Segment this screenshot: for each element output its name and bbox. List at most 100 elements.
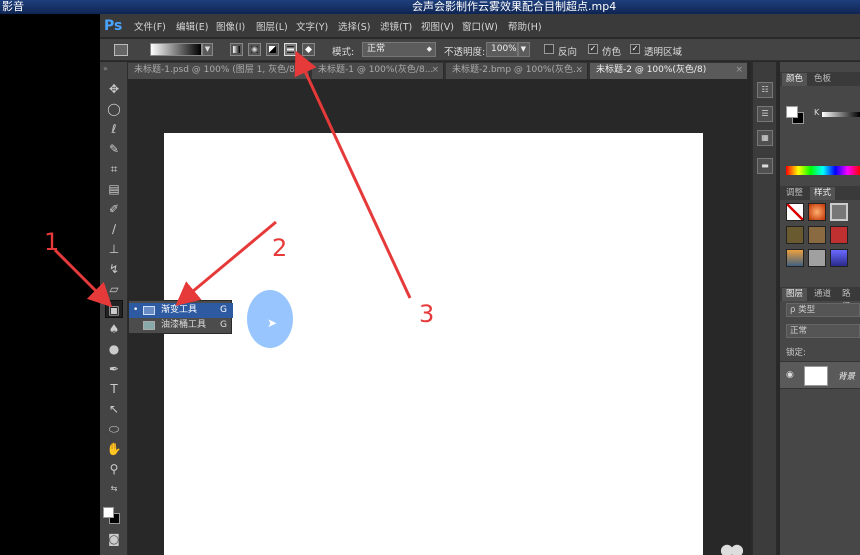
dither-label: 仿色 xyxy=(602,47,622,58)
menu-file[interactable]: 文件(F) xyxy=(134,19,166,33)
style-swatch[interactable] xyxy=(808,249,826,267)
tab-doc-3[interactable]: 未标题-2.bmp @ 100%(灰色... × xyxy=(446,63,588,79)
menu-help[interactable]: 帮助(H) xyxy=(508,19,542,33)
style-swatch[interactable] xyxy=(830,249,848,267)
foreground-color-swatch[interactable] xyxy=(103,507,114,518)
panel-foreground-swatch[interactable] xyxy=(786,106,798,118)
opacity-input[interactable]: 100% xyxy=(486,42,518,57)
layers-panel-tabs: 图层 通道 路径 xyxy=(780,287,860,312)
angle-gradient-button[interactable] xyxy=(266,43,279,56)
quick-mask-icon[interactable]: ◙ xyxy=(105,530,123,548)
menu-filter[interactable]: 滤镜(T) xyxy=(380,19,412,33)
blur-tool-icon[interactable]: ♠ xyxy=(105,320,123,338)
tab-doc-4[interactable]: 未标题-2 @ 100%(灰色/8) × xyxy=(590,63,748,79)
type-tool-icon[interactable]: T xyxy=(105,380,123,398)
style-none-swatch[interactable] xyxy=(786,203,804,221)
shortcut-key: G xyxy=(220,305,227,315)
style-swatch[interactable] xyxy=(786,226,804,244)
opacity-label: 不透明度: xyxy=(444,47,486,58)
tab-color[interactable]: 颜色 xyxy=(782,73,808,86)
crop-tool-icon[interactable]: ⌗ xyxy=(105,160,123,178)
gradient-picker-dropdown[interactable]: ▼ xyxy=(202,43,213,56)
menu-view[interactable]: 视图(V) xyxy=(421,19,454,33)
reflected-gradient-button[interactable] xyxy=(284,43,297,56)
path-select-tool-icon[interactable]: ↖ xyxy=(105,400,123,418)
tool-preset-icon[interactable] xyxy=(114,44,128,56)
paint-bucket-icon xyxy=(143,321,155,330)
eraser-tool-icon[interactable]: ▱ xyxy=(105,280,123,298)
close-icon[interactable]: × xyxy=(297,63,305,78)
tab-label: 未标题-2.bmp @ 100%(灰色... xyxy=(452,65,582,75)
menu-window[interactable]: 窗口(W) xyxy=(462,19,498,33)
swap-colors-icon[interactable]: ⇆ xyxy=(105,480,123,498)
brush-tool-icon[interactable]: ∕ xyxy=(105,220,123,238)
transparency-checkbox[interactable]: ✓ xyxy=(630,44,640,54)
style-swatch[interactable] xyxy=(808,203,826,221)
properties-panel-icon[interactable]: ☰ xyxy=(757,106,773,122)
close-icon[interactable]: × xyxy=(735,63,743,78)
tab-channels[interactable]: 通道 xyxy=(810,288,835,301)
layer-kind-filter[interactable]: ρ 类型 xyxy=(786,303,860,317)
gradient-preview[interactable] xyxy=(150,43,202,56)
menu-image[interactable]: 图像(I) xyxy=(216,19,245,33)
close-icon[interactable]: × xyxy=(431,63,439,78)
menu-edit[interactable]: 编辑(E) xyxy=(176,19,208,33)
healing-tool-icon[interactable]: ✐ xyxy=(105,200,123,218)
flyout-paint-bucket-tool[interactable]: 油漆桶工具 G xyxy=(129,318,233,333)
k-channel-label: K xyxy=(814,108,820,117)
menu-select[interactable]: 选择(S) xyxy=(338,19,370,33)
style-swatch[interactable] xyxy=(830,226,848,244)
hand-tool-icon[interactable]: ✋ xyxy=(105,440,123,458)
style-swatch[interactable] xyxy=(808,226,826,244)
k-channel-slider[interactable] xyxy=(822,112,860,117)
document-canvas[interactable] xyxy=(164,133,703,555)
toolbox-collapse-icon[interactable]: » xyxy=(103,64,108,73)
blend-mode-select[interactable]: 正常 xyxy=(786,324,860,338)
dither-checkbox[interactable]: ✓ xyxy=(588,44,598,54)
layer-row[interactable]: ◉ 背景 xyxy=(780,361,860,389)
style-swatch[interactable] xyxy=(786,249,804,267)
style-swatch[interactable] xyxy=(830,203,848,221)
linear-gradient-button[interactable] xyxy=(230,43,243,56)
close-icon[interactable]: × xyxy=(575,63,583,78)
history-brush-icon[interactable]: ↯ xyxy=(105,260,123,278)
history-panel-icon[interactable]: ☷ xyxy=(757,82,773,98)
lock-label: 锁定: xyxy=(786,348,806,358)
diamond-gradient-button[interactable] xyxy=(302,43,315,56)
mode-arrow-icon: ◆ xyxy=(426,45,432,53)
gradient-tool-icon[interactable]: ▣ xyxy=(105,300,123,318)
visibility-eye-icon[interactable]: ◉ xyxy=(786,370,794,380)
tab-doc-1[interactable]: 未标题-1.psd @ 100% (图层 1, 灰色/8... × xyxy=(128,63,310,79)
dodge-tool-icon[interactable]: ● xyxy=(105,340,123,358)
lasso-tool-icon[interactable]: ℓ xyxy=(105,120,123,138)
menu-type[interactable]: 文字(Y) xyxy=(296,19,328,33)
menu-layer[interactable]: 图层(L) xyxy=(256,19,288,33)
tab-layers[interactable]: 图层 xyxy=(782,288,808,301)
quick-select-tool-icon[interactable]: ✎ xyxy=(105,140,123,158)
mode-value: 正常 xyxy=(367,44,386,54)
shortcut-key: G xyxy=(220,320,227,330)
color-spectrum[interactable] xyxy=(786,166,860,175)
mode-select[interactable]: 正常 ◆ xyxy=(362,42,436,57)
eyedropper-tool-icon[interactable]: ▤ xyxy=(105,180,123,198)
tab-paths[interactable]: 路径 xyxy=(838,288,860,312)
info-panel-icon[interactable]: ▦ xyxy=(757,130,773,146)
ellipse-tool-icon[interactable]: ⬭ xyxy=(105,420,123,438)
tab-adjustments[interactable]: 调整 xyxy=(782,187,807,200)
move-tool-icon[interactable]: ✥ xyxy=(105,80,123,98)
marquee-tool-icon[interactable]: ◯ xyxy=(105,100,123,118)
character-panel-icon[interactable]: ▬ xyxy=(757,158,773,174)
toolbox: » ✥ ◯ ℓ ✎ ⌗ ▤ ✐ ∕ ⊥ ↯ ▱ ▣ ♠ ● ✒ T ↖ ⬭ ✋ … xyxy=(100,62,128,555)
tab-styles[interactable]: 样式 xyxy=(810,187,836,200)
reverse-checkbox[interactable] xyxy=(544,44,554,54)
tab-doc-2[interactable]: 未标题-1 @ 100%(灰色/8... × xyxy=(312,63,444,79)
flyout-gradient-tool[interactable]: • 渐变工具 G xyxy=(129,303,233,318)
radial-gradient-button[interactable] xyxy=(248,43,261,56)
opacity-dropdown[interactable]: ▼ xyxy=(518,42,530,57)
zoom-tool-icon[interactable]: ⚲ xyxy=(105,460,123,478)
pen-tool-icon[interactable]: ✒ xyxy=(105,360,123,378)
tab-swatches[interactable]: 色板 xyxy=(810,73,835,86)
stamp-tool-icon[interactable]: ⊥ xyxy=(105,240,123,258)
opacity-arrow-icon: ▼ xyxy=(520,45,526,53)
right-panels: 颜色 色板 K 调整 样式 图层 通道 路径 ρ 类型 正常 锁定: ◉ xyxy=(780,62,860,555)
